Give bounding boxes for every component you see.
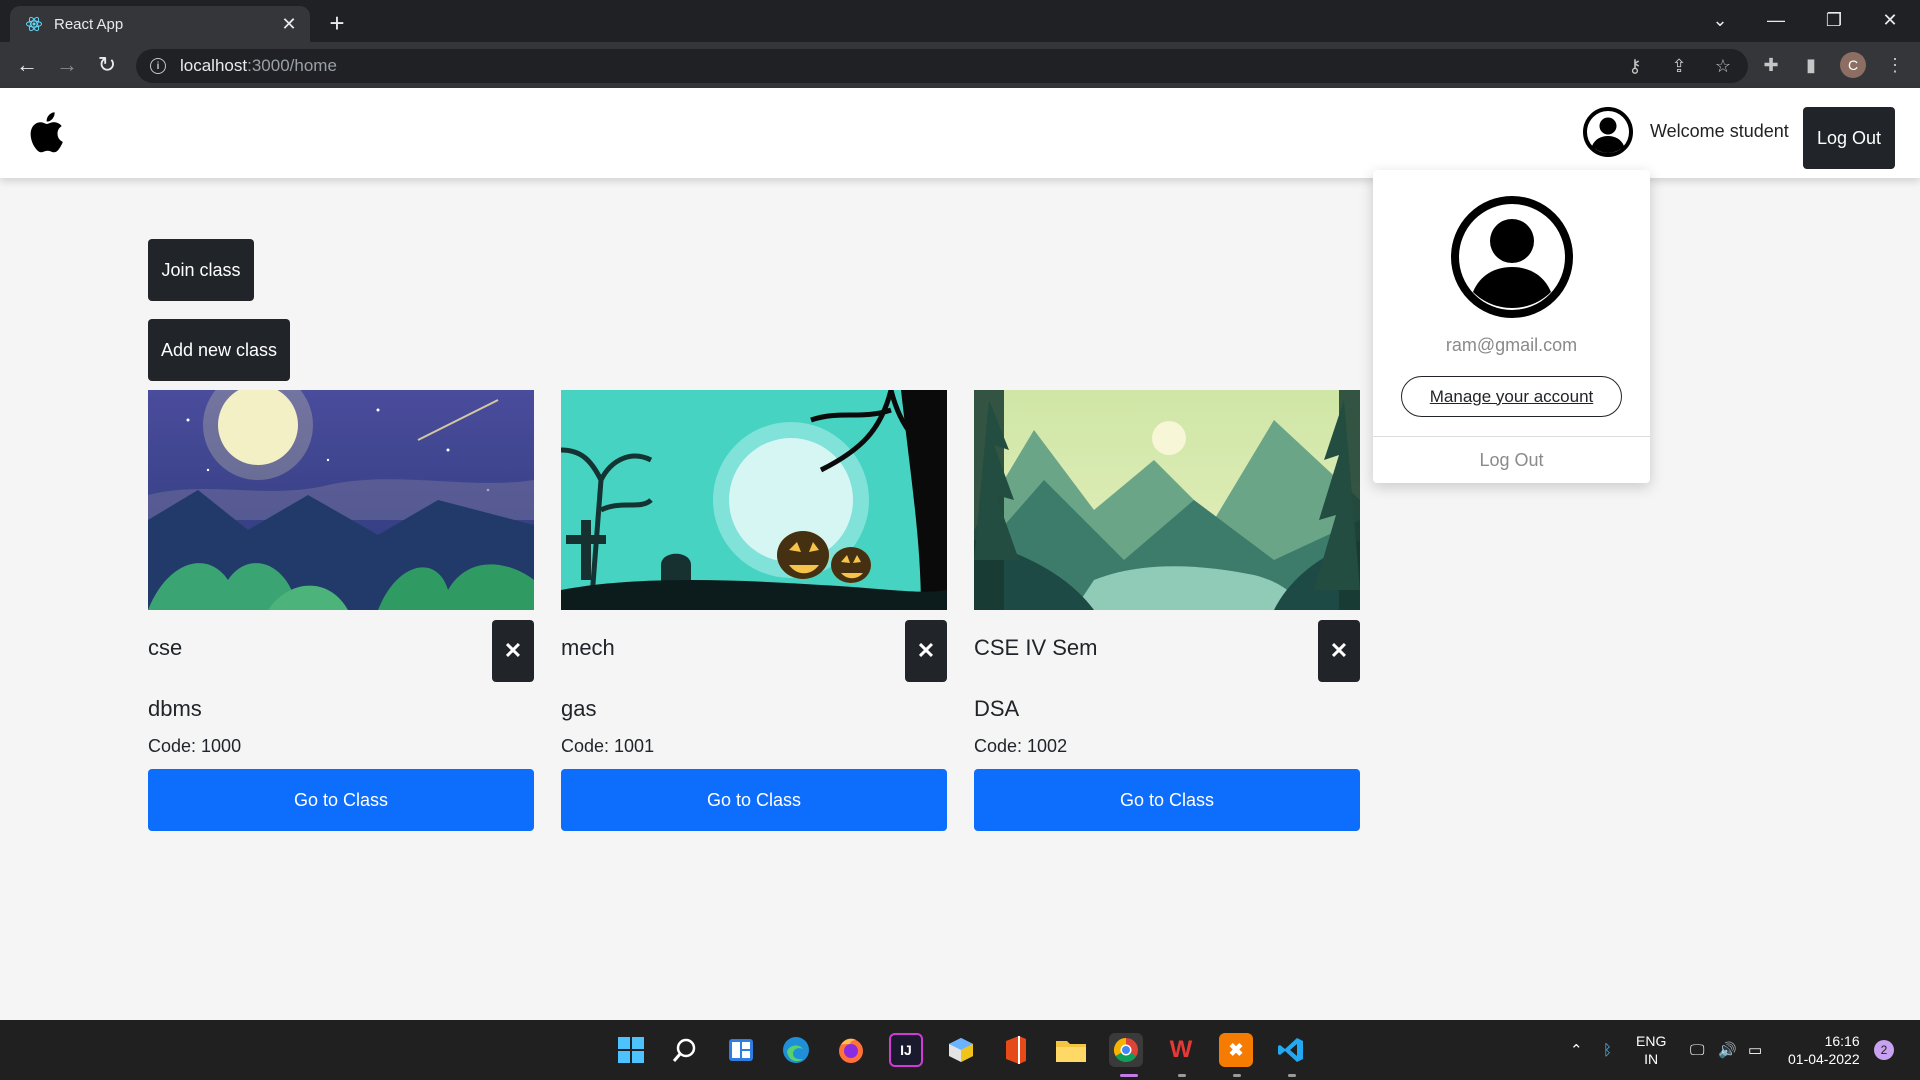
tray-overflow-icon[interactable]: ⌃ — [1570, 1020, 1583, 1080]
class-card: cse ✕ dbms Code: 1000 Go to Class — [148, 390, 534, 831]
language-indicator[interactable]: ENG IN — [1636, 1020, 1666, 1080]
header-logout-button[interactable]: Log Out — [1803, 107, 1895, 169]
class-code: Code: 1001 — [561, 736, 655, 756]
widgets-icon[interactable] — [724, 1033, 758, 1067]
side-panel-icon[interactable]: ▮ — [1800, 54, 1822, 76]
dropdown-divider — [1373, 436, 1650, 437]
apple-logo-icon[interactable] — [28, 110, 64, 154]
windows-start-icon[interactable] — [614, 1033, 648, 1067]
browser-toolbar: ← → ↻ i localhost:3000/home ⚷ ⇪ ☆ ✚ ▮ C … — [0, 42, 1920, 88]
class-card: mech ✕ gas Code: 1001 Go to Class — [561, 390, 947, 831]
class-code: Code: 1002 — [974, 736, 1068, 756]
wps-office-icon[interactable]: W — [1164, 1033, 1198, 1067]
join-class-button[interactable]: Join class — [148, 239, 254, 301]
close-window-icon[interactable]: ✕ — [1862, 0, 1918, 40]
go-to-class-button[interactable]: Go to Class — [561, 769, 947, 831]
app-navbar: Welcome student Log Out — [0, 88, 1920, 178]
class-banner-image — [561, 390, 947, 610]
tab-title: React App — [54, 15, 124, 33]
intellij-icon[interactable]: IJ — [889, 1033, 923, 1067]
go-to-class-button[interactable]: Go to Class — [148, 769, 534, 831]
battery-icon[interactable]: ▭ — [1748, 1020, 1762, 1080]
notification-badge: 2 — [1874, 1040, 1894, 1060]
reload-icon[interactable]: ↻ — [92, 50, 122, 80]
restore-icon[interactable]: ❐ — [1806, 0, 1862, 40]
delete-class-icon[interactable]: ✕ — [905, 620, 947, 682]
class-card: CSE IV Sem ✕ DSA Code: 1002 Go to Class — [974, 390, 1360, 831]
bluetooth-icon[interactable]: ᛒ — [1603, 1020, 1612, 1080]
class-name: mech — [561, 635, 615, 660]
key-icon[interactable]: ⚷ — [1624, 55, 1646, 77]
notification-center[interactable]: 2 — [1874, 1020, 1894, 1080]
file-explorer-icon[interactable] — [1054, 1033, 1088, 1067]
browser-tab-bar: React App ✕ + ⌄ — ❐ ✕ — [0, 0, 1920, 42]
back-icon[interactable]: ← — [12, 50, 42, 80]
tab-search-icon[interactable]: ⌄ — [1692, 0, 1748, 40]
windows-taskbar: IJ W ✖ ⌃ ᛒ ENG IN 🖵 🔊 ▭ 16:16 01-04-2022 2 — [0, 1020, 1920, 1080]
clock-date: 01-04-2022 — [1788, 1051, 1860, 1067]
lang-code: ENG — [1636, 1033, 1667, 1049]
go-to-class-button[interactable]: Go to Class — [974, 769, 1360, 831]
welcome-text: Welcome student — [1650, 121, 1789, 141]
site-info-icon[interactable]: i — [150, 58, 166, 74]
url-path: :3000/home — [247, 56, 337, 75]
add-new-class-button[interactable]: Add new class — [148, 319, 290, 381]
running-app-indicator — [1178, 1074, 1186, 1077]
dropdown-logout-item[interactable]: Log Out — [1373, 450, 1650, 471]
address-bar[interactable]: i localhost:3000/home ⚷ ⇪ ☆ — [136, 49, 1748, 83]
account-email: ram@gmail.com — [1445, 335, 1578, 355]
class-subject: DSA — [974, 696, 1020, 721]
forward-icon[interactable]: → — [52, 50, 82, 80]
share-icon[interactable]: ⇪ — [1668, 55, 1690, 77]
running-app-indicator — [1233, 1074, 1241, 1077]
minimize-icon[interactable]: — — [1748, 0, 1804, 40]
class-name: cse — [148, 635, 183, 660]
menu-kebab-icon[interactable]: ⋮ — [1884, 54, 1906, 76]
browser-tab[interactable]: React App ✕ — [10, 6, 310, 42]
firefox-icon[interactable] — [834, 1033, 868, 1067]
class-name: CSE IV Sem — [974, 635, 1098, 660]
account-dropdown: ram@gmail.com Manage your account Log Ou… — [1373, 170, 1650, 483]
active-app-indicator — [1120, 1074, 1138, 1077]
url-host: localhost — [180, 56, 248, 75]
class-subject: gas — [561, 696, 597, 721]
search-icon[interactable] — [668, 1033, 702, 1067]
xampp-icon[interactable]: ✖ — [1219, 1033, 1253, 1067]
delete-class-icon[interactable]: ✕ — [1318, 620, 1360, 682]
chrome-icon[interactable] — [1109, 1033, 1143, 1067]
edge-icon[interactable] — [779, 1033, 813, 1067]
cube-app-icon[interactable] — [944, 1033, 978, 1067]
class-banner-image — [974, 390, 1360, 610]
manage-account-button[interactable]: Manage your account — [1401, 376, 1622, 417]
delete-class-icon[interactable]: ✕ — [492, 620, 534, 682]
bookmark-star-icon[interactable]: ☆ — [1712, 55, 1734, 77]
react-icon — [24, 14, 44, 34]
extensions-icon[interactable]: ✚ — [1760, 54, 1782, 76]
new-tab-icon[interactable]: + — [322, 8, 352, 38]
profile-avatar[interactable]: C — [1840, 52, 1866, 78]
clock-time: 16:16 — [1824, 1033, 1860, 1049]
vscode-icon[interactable] — [1274, 1033, 1308, 1067]
network-icon[interactable]: 🖵 — [1690, 1020, 1704, 1080]
class-subject: dbms — [148, 696, 202, 721]
class-banner-image — [148, 390, 534, 610]
volume-icon[interactable]: 🔊 — [1718, 1020, 1737, 1080]
user-avatar-icon[interactable] — [1582, 106, 1634, 158]
account-avatar-icon — [1449, 194, 1575, 320]
tab-close-icon[interactable]: ✕ — [278, 13, 300, 35]
running-app-indicator — [1288, 1074, 1296, 1077]
class-code: Code: 1000 — [148, 736, 242, 756]
region-code: IN — [1644, 1051, 1659, 1067]
clock[interactable]: 16:16 01-04-2022 — [1788, 1020, 1860, 1080]
office-icon[interactable] — [999, 1033, 1033, 1067]
